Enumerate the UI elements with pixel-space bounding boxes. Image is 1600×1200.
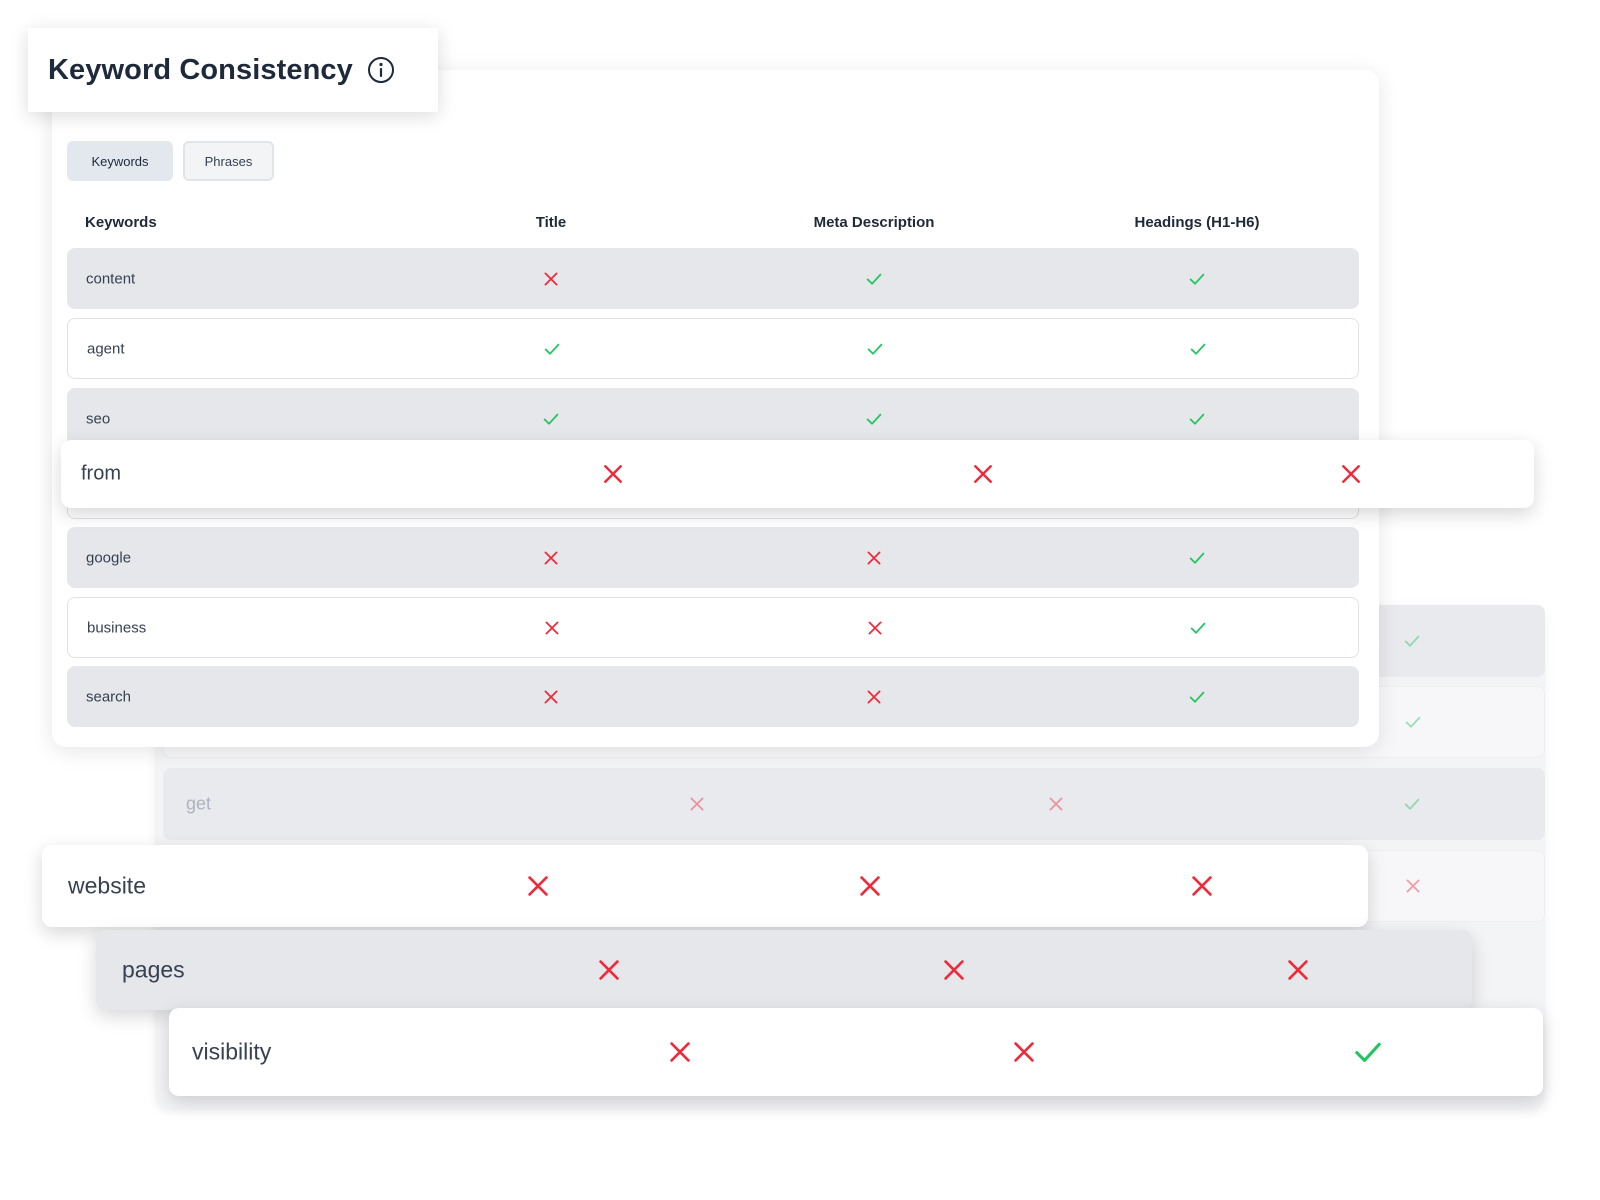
check-icon <box>1189 411 1205 427</box>
check-icon <box>544 341 560 357</box>
cross-icon <box>1405 878 1421 894</box>
check-icon <box>1405 714 1421 730</box>
keyword-cell: visibility <box>192 1038 272 1065</box>
check-icon <box>1190 341 1206 357</box>
check-icon <box>1189 550 1205 566</box>
cross-icon <box>597 958 621 982</box>
check-icon <box>866 271 882 287</box>
table-row: content <box>67 248 1359 309</box>
keyword-cell: search <box>86 688 132 705</box>
keyword-cell: agent <box>87 340 125 357</box>
cross-icon <box>668 1040 692 1064</box>
keyword-cell: content <box>86 270 136 287</box>
column-header-keywords: Keywords <box>85 214 157 231</box>
column-header-title: Title <box>535 214 567 231</box>
background-row: get <box>163 768 1545 840</box>
info-icon[interactable] <box>367 56 395 84</box>
cross-icon <box>1048 796 1064 812</box>
table-row: business <box>67 597 1359 658</box>
check-icon <box>1189 271 1205 287</box>
check-icon <box>543 411 559 427</box>
tab-keywords[interactable]: Keywords <box>67 141 173 181</box>
background-keyword: get <box>186 793 212 814</box>
keyword-cell: from <box>81 462 121 485</box>
cross-icon <box>1012 1040 1036 1064</box>
table-row: search <box>67 666 1359 727</box>
check-icon <box>866 411 882 427</box>
highlighted-row: visibility <box>169 1008 1543 1096</box>
cross-icon <box>689 796 705 812</box>
column-header-meta-description: Meta Description <box>813 214 935 231</box>
keyword-cell: google <box>86 549 132 566</box>
keyword-cell: pages <box>122 956 185 983</box>
highlighted-row: pages <box>96 930 1472 1010</box>
keyword-cell: website <box>68 872 146 899</box>
highlighted-row: from <box>61 440 1534 508</box>
cross-icon <box>1286 958 1310 982</box>
cross-icon <box>543 271 559 287</box>
column-header-headings: Headings (H1-H6) <box>1134 214 1260 231</box>
cross-icon <box>544 620 560 636</box>
cross-icon <box>602 463 624 485</box>
cross-icon <box>543 689 559 705</box>
check-icon <box>1404 796 1420 812</box>
check-icon <box>1190 620 1206 636</box>
table-row: google <box>67 527 1359 588</box>
tab-bar: Keywords Phrases <box>67 141 274 181</box>
section-header: Keyword Consistency <box>28 28 438 112</box>
cross-icon <box>866 689 882 705</box>
check-icon <box>867 341 883 357</box>
check-icon <box>1404 633 1420 649</box>
cross-icon <box>1340 463 1362 485</box>
cross-icon <box>866 550 882 566</box>
keyword-cell: seo <box>86 410 111 427</box>
cross-icon <box>543 550 559 566</box>
cross-icon <box>867 620 883 636</box>
page-title: Keyword Consistency <box>48 53 353 86</box>
cross-icon <box>1190 874 1214 898</box>
check-icon <box>1189 689 1205 705</box>
cross-icon <box>942 958 966 982</box>
cross-icon <box>526 874 550 898</box>
cross-icon <box>972 463 994 485</box>
table-row: agent <box>67 318 1359 379</box>
highlighted-row: website <box>42 845 1368 927</box>
tab-phrases[interactable]: Phrases <box>183 141 274 181</box>
check-icon <box>1354 1038 1382 1066</box>
keyword-cell: business <box>87 619 147 636</box>
cross-icon <box>858 874 882 898</box>
